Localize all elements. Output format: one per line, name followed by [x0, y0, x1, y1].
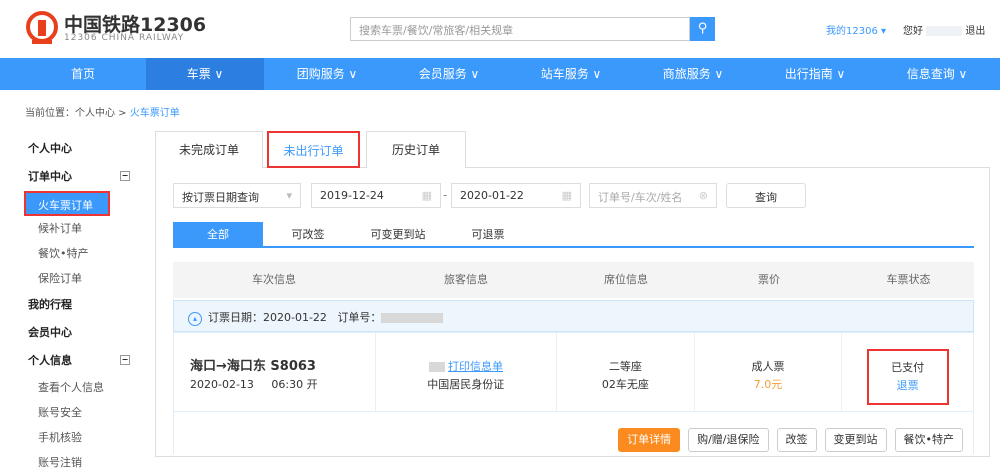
reschedule-button[interactable]: 改签: [776, 428, 817, 452]
ticket-type: 成人票: [751, 360, 785, 373]
sidebar: 个人中心 订单中心 − 火车票订单 候补订单 餐饮•特产 保险订单 我的行程 会员…: [24, 135, 148, 475]
departure-time: 06:30 开: [271, 378, 318, 391]
end-date-input[interactable]: 2020-01-22 ▦: [451, 183, 581, 208]
table-row: 海口→海口东 S8063 2020-02-13 06:30 开 打印信息单中国居民…: [173, 332, 974, 412]
collapse-icon[interactable]: −: [120, 355, 130, 365]
order-date: 2020-01-22: [263, 311, 327, 324]
insurance-button[interactable]: 购/赠/退保险: [688, 428, 769, 452]
keyword-input[interactable]: 订单号/车次/姓名 ⊗: [589, 183, 717, 208]
nav-business[interactable]: 商旅服务 ∨: [634, 58, 752, 90]
nav-station[interactable]: 站车服务 ∨: [512, 58, 630, 90]
departure-date: 2020-02-13: [190, 378, 254, 391]
col-seat: 席位信息: [604, 273, 648, 286]
query-button[interactable]: 查询: [726, 183, 806, 208]
order-no-label: 订单号：: [337, 311, 382, 324]
calendar-icon: ▦: [561, 189, 572, 202]
start-date-input[interactable]: 2019-12-24 ▦: [311, 183, 441, 208]
sidebar-my-trips[interactable]: 我的行程: [28, 291, 148, 319]
nav-info[interactable]: 信息查询 ∨: [878, 58, 996, 90]
username-blurred: [926, 26, 963, 36]
breadcrumb-current[interactable]: 火车票订单: [130, 108, 180, 119]
date-separator: -: [443, 188, 448, 202]
subtab-change-station[interactable]: 可变更到站: [353, 222, 443, 246]
personal-info-label: 个人信息: [28, 354, 72, 367]
nav-group[interactable]: 团购服务 ∨: [268, 58, 386, 90]
user-greeting: 您好 退出: [903, 22, 985, 37]
train-route: 海口→海口东 S8063: [190, 359, 316, 374]
sidebar-personal-info[interactable]: 个人信息 −: [28, 347, 148, 375]
ticket-price: 7.0元: [753, 378, 783, 391]
order-actions: 订单详情 购/赠/退保险 改签 变更到站 餐饮•特产: [173, 412, 974, 454]
status-info: 已支付 退票: [842, 333, 973, 411]
order-header: ▴ 订票日期：2020-01-22 订单号：: [173, 300, 974, 332]
seat-number: 02车无座: [601, 378, 649, 391]
seat-class: 二等座: [608, 360, 642, 373]
col-passenger: 旅客信息: [444, 273, 488, 286]
query-mode-select[interactable]: 按订票日期查询 ▾: [173, 183, 301, 208]
sidebar-food-orders[interactable]: 餐饮•特产: [28, 241, 148, 266]
clear-icon[interactable]: ⊗: [699, 189, 708, 202]
tab-history[interactable]: 历史订单: [366, 131, 466, 168]
seat-info: 二等座 02车无座: [557, 333, 695, 411]
sidebar-phone-verify[interactable]: 手机核验: [28, 425, 148, 450]
main-nav: 首页 车票 ∨ 团购服务 ∨ 会员服务 ∨ 站车服务 ∨ 商旅服务 ∨ 出行指南…: [0, 58, 1000, 90]
food-button[interactable]: 餐饮•特产: [894, 428, 963, 452]
end-date-value: 2020-01-22: [460, 189, 524, 202]
passenger-info: 打印信息单中国居民身份证: [376, 333, 558, 411]
col-price: 票价: [758, 273, 780, 286]
logo-subtitle: 12306 CHINA RAILWAY: [64, 33, 185, 43]
subtab-all[interactable]: 全部: [173, 222, 263, 246]
passenger-name-blurred: [428, 362, 445, 372]
sidebar-account-security[interactable]: 账号安全: [28, 400, 148, 425]
keyword-placeholder: 订单号/车次/姓名: [598, 191, 683, 204]
search-icon: ⚲: [697, 21, 708, 36]
tab-incomplete[interactable]: 未完成订单: [155, 131, 263, 168]
search-button[interactable]: ⚲: [690, 17, 715, 41]
breadcrumb-prefix: 当前位置：个人中心 >: [25, 108, 130, 119]
nav-member[interactable]: 会员服务 ∨: [390, 58, 508, 90]
breadcrumb: 当前位置：个人中心 > 火车票订单: [25, 104, 180, 119]
sidebar-view-info[interactable]: 查看个人信息: [28, 375, 148, 400]
order-center-label: 订单中心: [28, 170, 72, 183]
collapse-circle-icon[interactable]: ▴: [188, 312, 202, 326]
col-status: 车票状态: [886, 273, 931, 286]
subtab-changeable[interactable]: 可改签: [263, 222, 353, 246]
ticket-status: 已支付: [891, 361, 925, 374]
refund-link[interactable]: 退票: [869, 377, 947, 395]
order-date-label: 订票日期：: [208, 311, 263, 324]
subtab-refundable[interactable]: 可退票: [443, 222, 533, 246]
collapse-icon[interactable]: −: [120, 171, 130, 181]
train-info: 海口→海口东 S8063 2020-02-13 06:30 开: [174, 333, 376, 411]
change-station-button[interactable]: 变更到站: [824, 428, 887, 452]
sidebar-train-orders[interactable]: 火车票订单: [24, 191, 110, 216]
calendar-icon: ▦: [421, 189, 432, 202]
sidebar-insurance-orders[interactable]: 保险订单: [28, 266, 148, 291]
sidebar-member-center[interactable]: 会员中心: [28, 319, 148, 347]
print-info-link[interactable]: 打印信息单: [448, 360, 503, 373]
logout-link[interactable]: 退出: [965, 26, 985, 37]
search-input[interactable]: 搜索车票/餐饮/常旅客/相关规章: [350, 17, 690, 41]
my12306-link[interactable]: 我的12306 ▾: [826, 22, 886, 37]
sidebar-personal-center[interactable]: 个人中心: [28, 135, 148, 163]
table-header: 车次信息 旅客信息 席位信息 票价 车票状态: [173, 262, 974, 298]
order-no-blurred: [381, 313, 444, 323]
col-train: 车次信息: [252, 273, 296, 286]
price-info: 成人票 7.0元: [695, 333, 843, 411]
order-detail-button[interactable]: 订单详情: [618, 428, 681, 452]
start-date-value: 2019-12-24: [320, 189, 384, 202]
tab-untraveled[interactable]: 未出行订单: [267, 131, 360, 168]
nav-guide[interactable]: 出行指南 ∨: [756, 58, 874, 90]
sidebar-waitlist-orders[interactable]: 候补订单: [28, 216, 148, 241]
nav-home[interactable]: 首页: [24, 58, 142, 90]
railway-logo-icon: [26, 11, 58, 44]
chevron-down-icon: ▾: [286, 189, 292, 202]
query-mode-value: 按订票日期查询: [182, 191, 259, 204]
greeting-text: 您好: [903, 26, 923, 37]
nav-tickets[interactable]: 车票 ∨: [146, 58, 264, 90]
id-type: 中国居民身份证: [427, 378, 505, 391]
sidebar-order-center[interactable]: 订单中心 −: [28, 163, 148, 191]
status-subtabs: 全部 可改签 可变更到站 可退票: [173, 222, 974, 248]
departure: 2020-02-13 06:30 开: [190, 376, 375, 394]
